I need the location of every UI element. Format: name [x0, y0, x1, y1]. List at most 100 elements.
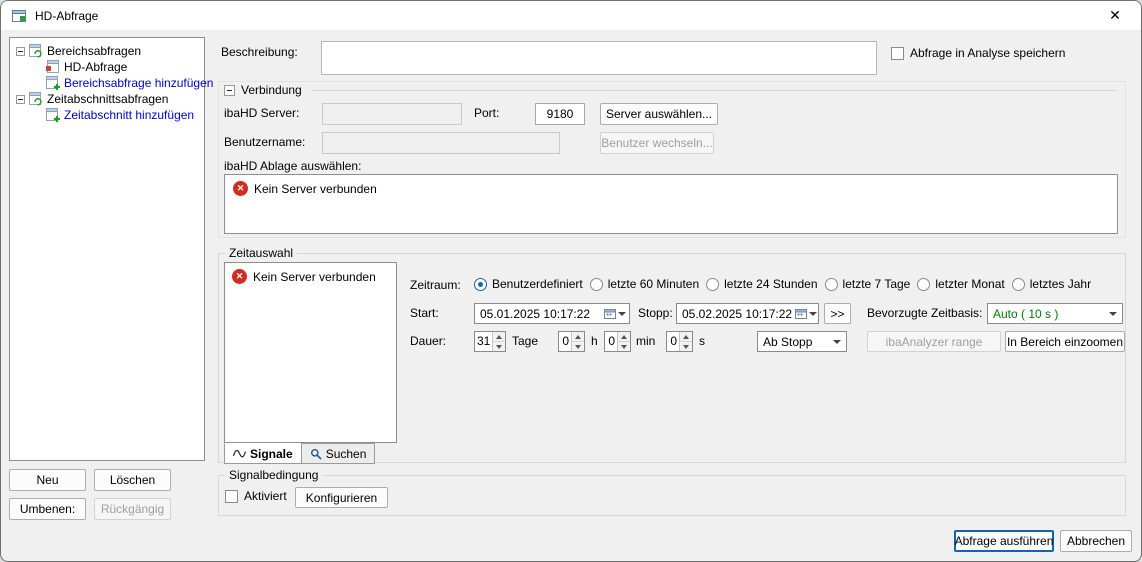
port-input[interactable]	[535, 103, 585, 125]
step-down-icon[interactable]	[493, 342, 505, 351]
days-unit-label: Tage	[512, 334, 538, 348]
tree-item-bereichsabfrage-hinzufuegen[interactable]: Bereichsabfrage hinzufügen	[46, 75, 213, 91]
step-up-icon[interactable]	[493, 332, 505, 342]
tab-suchen-label: Suchen	[326, 447, 367, 461]
calendar-icon	[604, 308, 616, 319]
dauer-label: Dauer:	[410, 334, 446, 348]
anchor-dropdown[interactable]: Ab Stopp	[757, 331, 847, 352]
radio-icon[interactable]	[590, 278, 603, 291]
radio-benutzerdefiniert[interactable]: Benutzerdefiniert	[474, 277, 583, 291]
calendar-dropdown-button[interactable]	[792, 308, 817, 319]
tree-item-hd-abfrage[interactable]: HD-Abfrage	[46, 59, 127, 75]
stepper-buttons	[571, 332, 584, 351]
add-query-icon	[46, 76, 60, 90]
aktiviert-checkbox[interactable]: Aktiviert	[225, 489, 287, 503]
abbrechen-button[interactable]: Abbrechen	[1060, 530, 1132, 552]
minutes-stepper[interactable]: 0	[604, 331, 631, 352]
zeitbasis-dropdown[interactable]: Auto ( 10 s )	[987, 303, 1123, 324]
minutes-value[interactable]: 0	[605, 332, 617, 351]
tree-item-label: Bereichsabfragen	[47, 44, 141, 58]
collapse-icon[interactable]	[16, 95, 25, 104]
error-icon: ✕	[233, 181, 248, 196]
radio-label: letzter Monat	[935, 277, 1004, 291]
signal-tabs: Signale Suchen	[224, 443, 374, 464]
query-group-icon	[29, 92, 43, 106]
radio-label: letzte 60 Minuten	[608, 277, 699, 291]
hours-value[interactable]: 0	[559, 332, 571, 351]
zeitraum-label: Zeitraum:	[410, 278, 461, 292]
tab-signale[interactable]: Signale	[224, 443, 302, 464]
window-title: HD-Abfrage	[35, 9, 98, 23]
tree-item-label: Bereichsabfrage hinzufügen	[64, 76, 213, 90]
no-server-text: Kein Server verbunden	[254, 182, 377, 196]
server-auswaehlen-button[interactable]: Server auswählen...	[600, 103, 718, 125]
hours-stepper[interactable]: 0	[558, 331, 585, 352]
radio-letztes-jahr[interactable]: letztes Jahr	[1012, 277, 1091, 291]
stopp-label: Stopp:	[638, 306, 673, 320]
abfrage-ausfuehren-button[interactable]: Abfrage ausführen	[954, 530, 1054, 552]
step-up-icon[interactable]	[680, 332, 692, 342]
seconds-stepper[interactable]: 0	[666, 331, 693, 352]
tree-item-bereichsabfragen[interactable]: Bereichsabfragen	[16, 43, 141, 59]
seconds-value[interactable]: 0	[667, 332, 679, 351]
step-down-icon[interactable]	[572, 342, 584, 351]
radio-icon[interactable]	[1012, 278, 1025, 291]
radio-label: Benutzerdefiniert	[492, 277, 583, 291]
umbenennen-button[interactable]: Umbenen:	[9, 498, 86, 520]
shift-range-button[interactable]: >>	[824, 303, 851, 324]
signalbedingung-group: Signalbedingung Aktiviert Konfigurieren	[218, 475, 1126, 516]
aktiviert-label: Aktiviert	[244, 489, 287, 503]
collapse-icon[interactable]	[16, 47, 25, 56]
radio-label: letzte 7 Tage	[843, 277, 911, 291]
radio-icon[interactable]	[917, 278, 930, 291]
calendar-dropdown-button[interactable]	[601, 308, 626, 319]
radio-letzter-monat[interactable]: letzter Monat	[917, 277, 1004, 291]
beschreibung-input[interactable]	[321, 41, 877, 75]
titlebar[interactable]: HD-Abfrage ✕	[1, 1, 1141, 31]
tab-suchen[interactable]: Suchen	[301, 443, 376, 464]
ibahd-server-label: ibaHD Server:	[224, 106, 299, 120]
stopp-datetime-picker[interactable]: 05.02.2025 10:17:22	[676, 303, 819, 324]
tree-item-label: HD-Abfrage	[64, 60, 127, 74]
tree-item-zeitabschnitt-hinzufuegen[interactable]: Zeitabschnitt hinzufügen	[46, 107, 194, 123]
save-in-analysis-label: Abfrage in Analyse speichern	[910, 46, 1065, 60]
port-label: Port:	[474, 106, 499, 120]
radio-letzte-60-minuten[interactable]: letzte 60 Minuten	[590, 277, 699, 291]
loeschen-button[interactable]: Löschen	[94, 469, 171, 491]
close-icon[interactable]: ✕	[1099, 1, 1131, 31]
ablage-label: ibaHD Ablage auswählen:	[224, 159, 361, 173]
checkbox-icon[interactable]	[225, 490, 238, 503]
seconds-unit-label: s	[699, 334, 705, 348]
radio-label: letzte 24 Stunden	[724, 277, 817, 291]
ibaanalyzer-range-button: ibaAnalyzer range	[867, 331, 1001, 352]
radio-icon[interactable]	[825, 278, 838, 291]
tree-item-zeitabschnittsabfragen[interactable]: Zeitabschnittsabfragen	[16, 91, 168, 107]
radio-icon[interactable]	[474, 278, 487, 291]
neu-button[interactable]: Neu	[9, 469, 86, 491]
query-icon	[46, 60, 60, 74]
collapse-verbindung-icon[interactable]	[224, 85, 235, 96]
step-down-icon[interactable]	[618, 342, 630, 351]
step-down-icon[interactable]	[680, 342, 692, 351]
save-in-analysis-checkbox[interactable]: Abfrage in Analyse speichern	[891, 46, 1065, 60]
step-up-icon[interactable]	[572, 332, 584, 342]
ablage-listbox[interactable]: ✕ Kein Server verbunden	[224, 174, 1118, 234]
step-up-icon[interactable]	[618, 332, 630, 342]
signal-tree-panel[interactable]: ✕ Kein Server verbunden	[224, 262, 397, 443]
zeitbasis-label: Bevorzugte Zeitbasis:	[867, 306, 982, 320]
days-value[interactable]: 31	[475, 332, 492, 351]
start-datetime-picker[interactable]: 05.01.2025 10:17:22	[474, 303, 630, 324]
minutes-unit-label: min	[636, 334, 655, 348]
checkbox-icon[interactable]	[891, 47, 904, 60]
app-icon	[11, 8, 27, 24]
no-server-text: Kein Server verbunden	[253, 270, 376, 284]
in-bereich-einzoomen-button[interactable]: In Bereich einzoomen	[1005, 331, 1125, 352]
konfigurieren-button[interactable]: Konfigurieren	[295, 487, 388, 508]
days-stepper[interactable]: 31	[474, 331, 506, 352]
query-tree[interactable]: Bereichsabfragen HD-Abfrage	[9, 37, 205, 461]
no-server-status: ✕ Kein Server verbunden	[232, 269, 376, 284]
verbindung-group: Verbindung ibaHD Server: Port: Server au…	[218, 81, 1126, 238]
radio-icon[interactable]	[706, 278, 719, 291]
radio-letzte-7-tage[interactable]: letzte 7 Tage	[825, 277, 911, 291]
radio-letzte-24-stunden[interactable]: letzte 24 Stunden	[706, 277, 817, 291]
